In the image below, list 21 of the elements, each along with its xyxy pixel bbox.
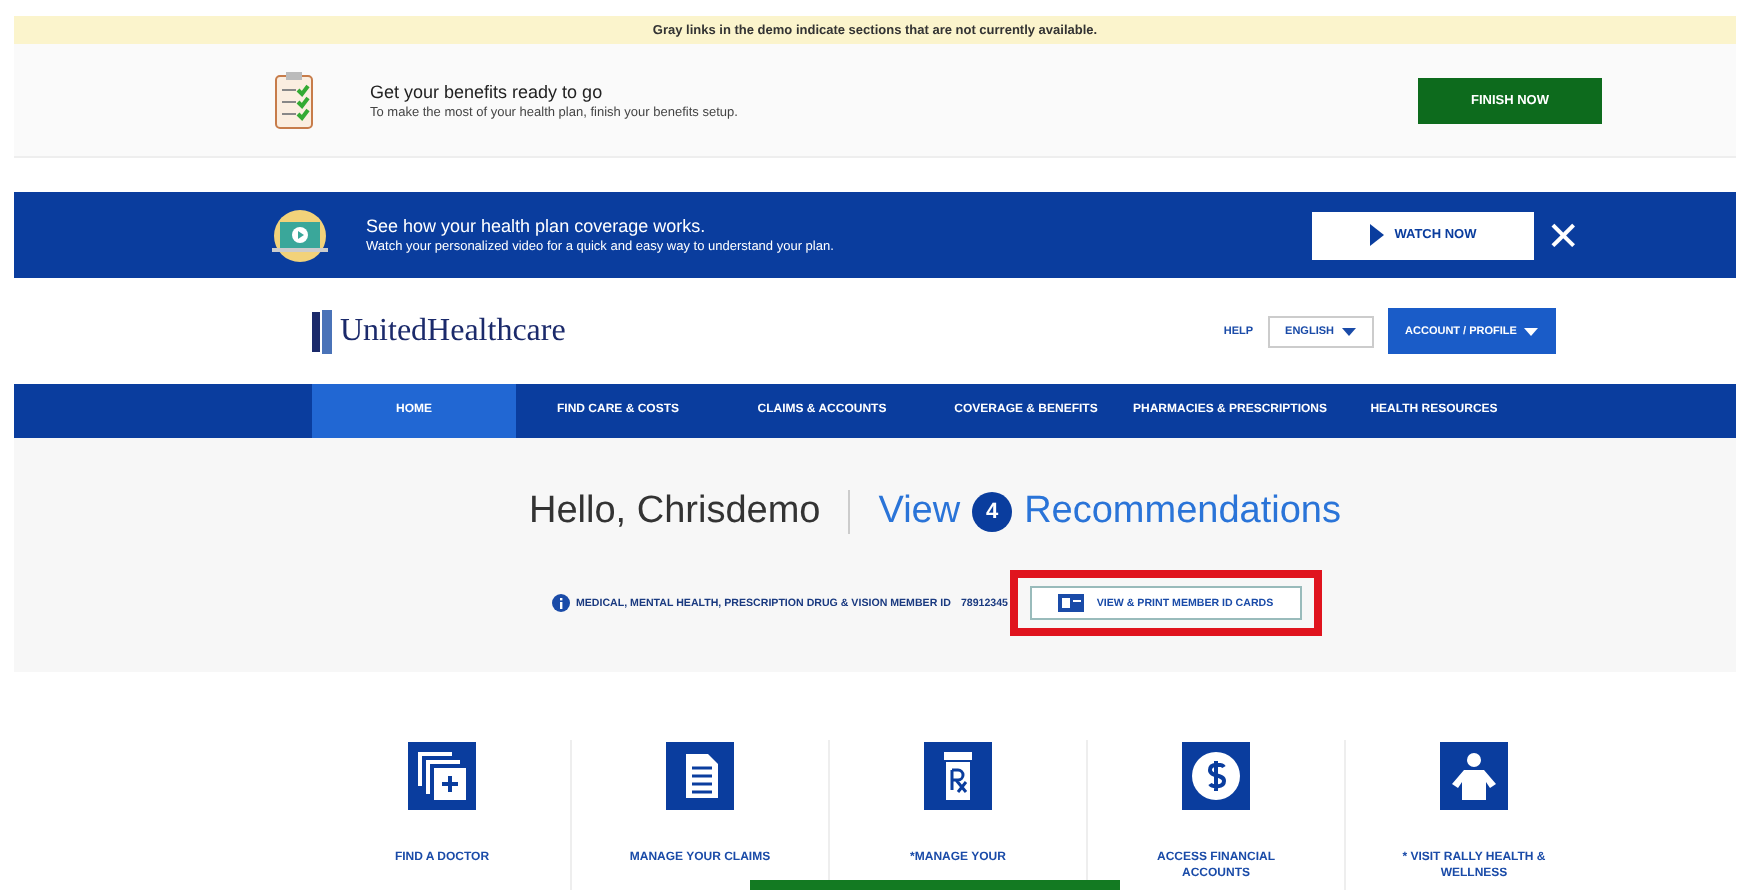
info-icon	[551, 594, 570, 612]
play-icon	[1370, 224, 1385, 246]
view-link[interactable]: View	[878, 490, 961, 534]
document-icon[interactable]	[666, 742, 734, 810]
video-icon	[266, 207, 334, 263]
prescription-icon[interactable]	[924, 742, 992, 810]
benefits-title: Get your benefits ready to go	[370, 81, 605, 101]
dollar-icon[interactable]	[1182, 742, 1250, 810]
greeting-text: Hello, Chrisdemo	[529, 490, 821, 534]
recommendations-link[interactable]: Recommendations	[1024, 490, 1341, 534]
logo-text: UnitedHealthcare	[340, 313, 566, 349]
count-badge: 4	[972, 492, 1013, 532]
person-icon[interactable]	[1440, 742, 1508, 810]
close-button[interactable]: ✕	[1546, 211, 1580, 259]
caret-icon	[1342, 327, 1356, 335]
id-card-icon	[1058, 594, 1085, 612]
checklist-icon	[274, 70, 314, 130]
video-title: See how your health plan coverage works.	[366, 216, 708, 236]
doctor-icon[interactable]	[408, 742, 476, 810]
caret-icon	[1524, 327, 1539, 335]
logo-icon	[310, 307, 334, 355]
